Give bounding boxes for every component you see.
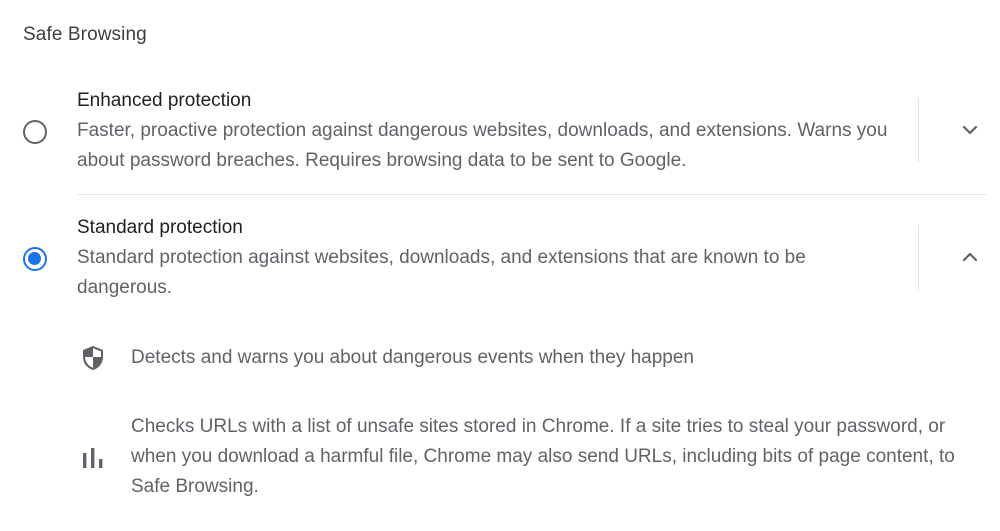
enhanced-protection-radio[interactable] (23, 120, 47, 144)
detail-text: Checks URLs with a list of unsafe sites … (131, 416, 955, 497)
enhanced-protection-option[interactable]: Enhanced protection Faster, proactive pr… (0, 0, 1000, 195)
bar-chart-icon (83, 448, 103, 468)
chevron-down-icon (962, 125, 978, 135)
enhanced-protection-description: Faster, proactive protection against dan… (77, 120, 888, 171)
shield-icon (83, 346, 103, 370)
standard-protection-option[interactable]: Standard protection Standard protection … (0, 195, 1000, 305)
standard-collapse-button[interactable] (950, 237, 990, 277)
chevron-up-icon (962, 252, 978, 262)
standard-protection-description: Standard protection against websites, do… (77, 247, 806, 298)
vertical-divider (918, 98, 919, 162)
standard-protection-title: Standard protection (77, 217, 243, 238)
vertical-divider (918, 225, 919, 291)
standard-protection-radio[interactable] (23, 247, 47, 271)
enhanced-protection-title: Enhanced protection (77, 90, 252, 111)
enhanced-expand-button[interactable] (950, 110, 990, 150)
detail-text: Detects and warns you about dangerous ev… (131, 347, 694, 368)
